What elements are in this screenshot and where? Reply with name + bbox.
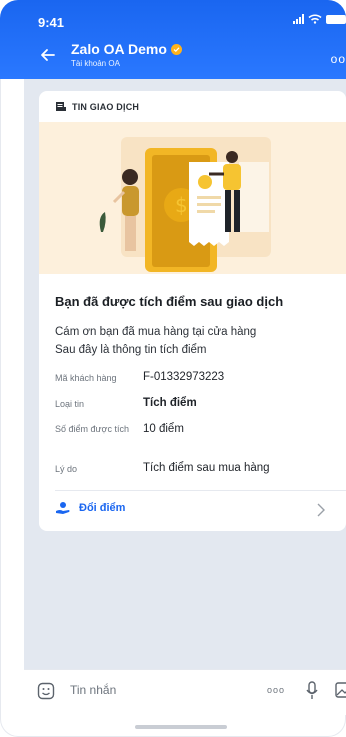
row-value: Tích điểm xyxy=(143,397,197,409)
row-value: F-01332973223 xyxy=(143,371,225,383)
info-row-reason: Lý do Tích điểm sau mua hàng xyxy=(55,462,335,476)
oa-title[interactable]: Zalo OA Demo xyxy=(71,41,182,57)
card-section-header: TIN GIAO DỊCH xyxy=(55,101,139,112)
phone-screen: 9:41 Zalo OA Demo Tài khoản OA oo TIN GI… xyxy=(0,0,346,737)
microphone-icon[interactable] xyxy=(305,680,319,702)
chevron-right-icon[interactable] xyxy=(316,503,326,517)
info-row-points: Số điểm được tích 10 điểm xyxy=(55,422,335,436)
section-label: TIN GIAO DỊCH xyxy=(72,101,140,112)
oa-subtitle: Tài khoản OA xyxy=(71,59,120,68)
card-divider xyxy=(55,490,346,491)
image-icon[interactable] xyxy=(335,682,346,698)
receipt-icon xyxy=(56,102,66,111)
row-value: Tích điểm sau mua hàng xyxy=(143,462,270,474)
desc-line-2: Sau đây là thông tin tích điểm xyxy=(55,344,207,356)
message-input[interactable]: Tin nhắn xyxy=(70,683,116,697)
wifi-icon xyxy=(308,14,322,24)
message-input-bar: Tin nhắn ooo xyxy=(24,669,346,715)
battery-icon xyxy=(326,14,346,24)
desc-line-1: Cám ơn bạn đã mua hàng tại cửa hàng xyxy=(55,326,257,338)
illustration: $ xyxy=(39,122,346,274)
redeem-hand-icon xyxy=(56,502,70,514)
row-value: 10 điểm xyxy=(143,423,184,435)
points-illustration-image: $ xyxy=(99,137,271,272)
back-arrow-icon[interactable] xyxy=(38,45,58,65)
redeem-label: Đổi điểm xyxy=(79,502,126,514)
transaction-card: TIN GIAO DỊCH $ Bạn đã được tích điểm sa… xyxy=(39,91,346,531)
info-row-message-type: Loại tin Tích điểm xyxy=(55,397,335,411)
row-label: Lý do xyxy=(55,464,78,474)
oa-name: Zalo OA Demo xyxy=(71,41,167,57)
status-indicators xyxy=(293,14,346,24)
home-indicator xyxy=(135,725,227,729)
redeem-points-button[interactable]: Đổi điểm xyxy=(55,501,125,515)
row-label: Loại tin xyxy=(55,399,85,409)
row-label: Mã khách hàng xyxy=(55,373,117,383)
chat-header: 9:41 Zalo OA Demo Tài khoản OA oo xyxy=(0,0,346,79)
verified-badge-icon xyxy=(170,43,182,55)
row-label: Số điểm được tích xyxy=(55,424,129,434)
status-time: 9:41 xyxy=(38,15,65,30)
svg-text:$: $ xyxy=(175,193,188,217)
signal-icon xyxy=(293,14,304,24)
emoji-icon[interactable] xyxy=(37,682,55,700)
info-row-customer-id: Mã khách hàng F-01332973223 xyxy=(55,371,335,385)
more-actions-icon[interactable]: ooo xyxy=(267,685,285,695)
more-options-icon[interactable]: oo xyxy=(331,52,346,66)
card-title: Bạn đã được tích điểm sau giao dịch xyxy=(55,294,284,309)
card-description: Cám ơn bạn đã mua hàng tại cửa hàng Sau … xyxy=(55,323,256,359)
